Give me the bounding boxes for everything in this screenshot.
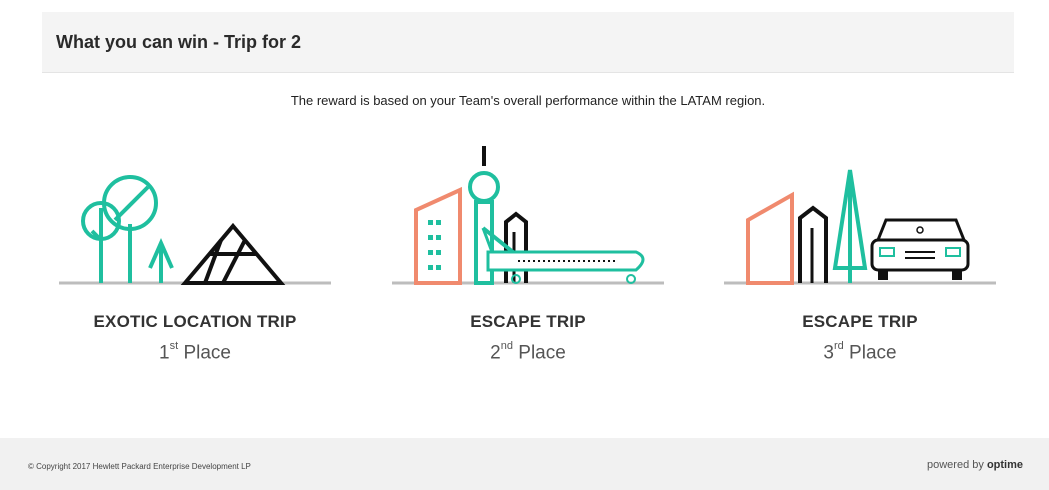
city-car-illustration: [724, 169, 996, 285]
prize-title: EXOTIC LOCATION TRIP: [93, 312, 297, 331]
city-plane-illustration: [392, 146, 664, 285]
exotic-trip-illustration: [59, 175, 331, 285]
intro-text: The reward is based on your Team's overa…: [290, 93, 766, 108]
prize-card-1: EXOTIC LOCATION TRIP 1st Place: [55, 140, 335, 364]
prize-card-2: ESCAPE TRIP 2nd Place: [388, 140, 668, 364]
prize-place: 1st Place: [159, 340, 231, 364]
page-header: What you can win - Trip for 2: [42, 12, 1014, 73]
page-title: What you can win - Trip for 2: [56, 32, 302, 52]
prize-place: 3rd Place: [823, 340, 897, 364]
powered-by-logo[interactable]: powered by optime: [927, 459, 1023, 471]
brand-name: optime: [986, 459, 1023, 471]
prize-card-3: ESCAPE TRIP 3rd Place: [720, 140, 1000, 364]
prize-place: 2nd Place: [490, 340, 566, 364]
prize-title: ESCAPE TRIP: [470, 312, 586, 331]
page-footer: © Copyright 2017 Hewlett Packard Enterpr…: [0, 438, 1049, 490]
copyright-text: © Copyright 2017 Hewlett Packard Enterpr…: [28, 462, 251, 471]
prize-title: ESCAPE TRIP: [802, 312, 918, 331]
powered-prefix: powered by: [927, 459, 984, 471]
